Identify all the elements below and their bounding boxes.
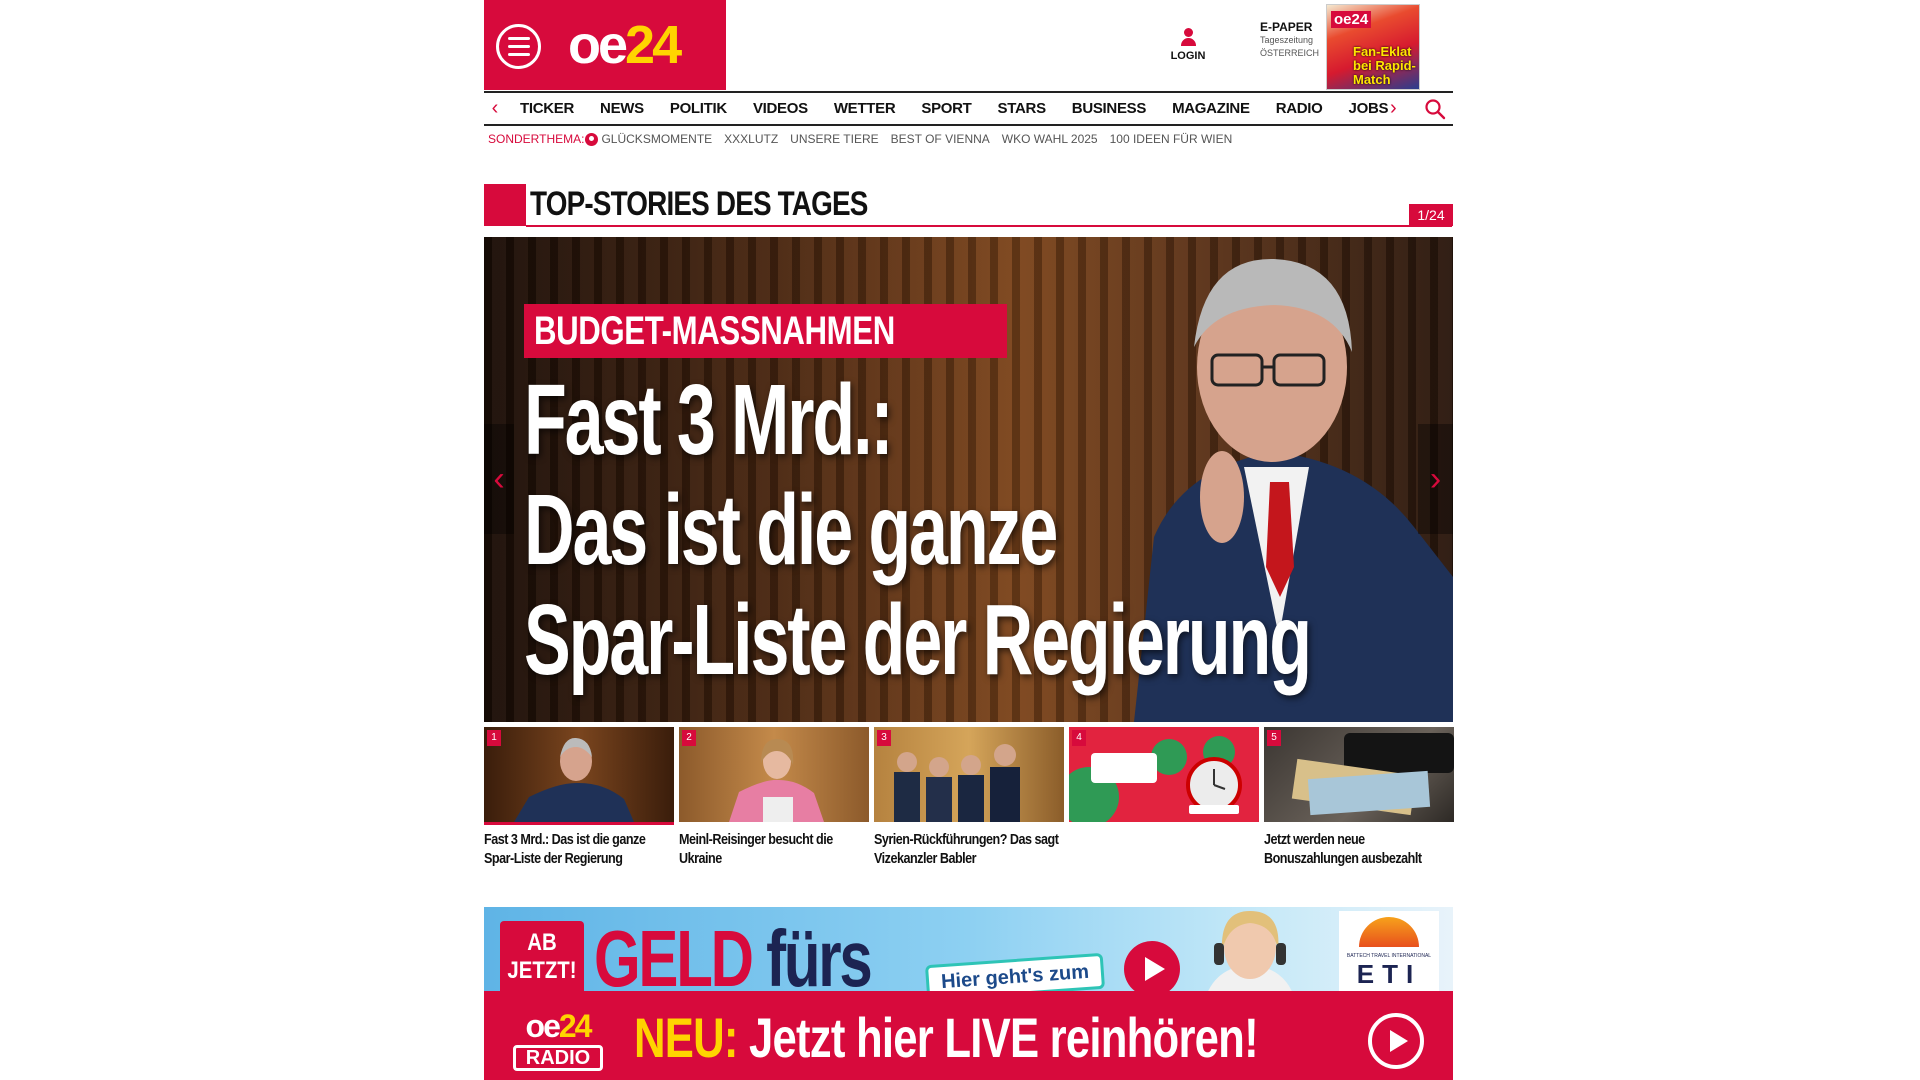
ad-person-image	[1204, 911, 1296, 1002]
story-thumbnails: 1 Fast 3 Mrd.: Das ist die ganze Spar-Li…	[484, 727, 1454, 877]
login-button[interactable]: LOGIN	[1168, 28, 1208, 62]
ad-headline: GELD fürs	[594, 914, 873, 1002]
story-thumb-title: Syrien-Rückführungen? Das sagt Vizekanzl…	[874, 831, 1059, 867]
hero-headline-line-3: Spar-Liste der Regierung	[524, 584, 1312, 696]
slide-counter: 1/24	[1409, 204, 1453, 226]
hero-headline-line-1: Fast 3 Mrd.:	[524, 364, 894, 476]
hero-prev-arrow-icon[interactable]: ‹	[484, 424, 514, 534]
nav-item-politik[interactable]: POLITIK	[656, 100, 739, 117]
advertisement-banner[interactable]: AB JETZT! GELD fürs Hier geht's zum BATT…	[484, 907, 1453, 1002]
nav-item-news[interactable]: NEWS	[586, 100, 656, 117]
radio-play-icon[interactable]	[1368, 1013, 1424, 1069]
radio-live-banner[interactable]: oe24 RADIO NEU: Jetzt hier LIVE reinhöre…	[484, 991, 1453, 1080]
sonderthema-label: SONDERTHEMA:	[488, 132, 585, 146]
gluecksmomente-icon	[585, 132, 599, 146]
story-thumb-2[interactable]: 2 Meinl-Reisinger besucht die Ukraine	[679, 727, 869, 868]
ad-play-icon	[1124, 941, 1180, 997]
subnav-item-100-ideen[interactable]: 100 IDEEN FÜR WIEN	[1110, 132, 1233, 146]
logo-area: oe24	[484, 0, 726, 90]
subnavigation: SONDERTHEMA: GLÜCKSMOMENTE XXXLUTZ UNSER…	[488, 129, 1244, 149]
radio-logo: oe24 RADIO	[512, 1009, 604, 1073]
story-thumb-3[interactable]: 3 Syrien-Rückführungen? Das sagt Vizekan…	[874, 727, 1064, 868]
epaper-subtitle: Tageszeitung	[1260, 35, 1314, 45]
nav-item-magazine[interactable]: MAGAZINE	[1158, 100, 1262, 117]
section-title: TOP-STORIES DES TAGES	[530, 185, 868, 223]
hero-headline-line-2: Das ist die ganze	[524, 474, 1058, 586]
story-thumb-number: 1	[487, 730, 501, 746]
story-thumb-1[interactable]: 1 Fast 3 Mrd.: Das ist die ganze Spar-Li…	[484, 727, 674, 868]
story-thumb-title: Fast 3 Mrd.: Das ist die ganze Spar-List…	[484, 831, 646, 867]
story-thumb-image: 2	[679, 727, 869, 822]
search-icon[interactable]	[1424, 98, 1446, 120]
story-thumb-title: Jetzt werden neue Bonuszahlungen ausbeza…	[1264, 831, 1422, 867]
section-marker	[484, 184, 526, 226]
site-logo[interactable]: oe24	[568, 14, 682, 76]
story-thumb-title: Meinl-Reisinger besucht die Ukraine	[679, 831, 833, 867]
nav-item-wetter[interactable]: WETTER	[820, 100, 908, 117]
ad-logo-tagline: BATTECH TRAVEL INTERNATIONAL	[1346, 953, 1432, 959]
nav-item-stars[interactable]: STARS	[984, 100, 1058, 117]
sun-icon	[1359, 917, 1419, 947]
top-stories-header: TOP-STORIES DES TAGES 1/24	[484, 184, 1453, 228]
nav-left-arrow-icon[interactable]: ‹	[484, 97, 506, 120]
main-navigation: ‹ TICKER NEWS POLITIK VIDEOS WETTER SPOR…	[484, 91, 1453, 126]
ad-logo-text: ETI	[1356, 959, 1422, 989]
subnav-item-wko-wahl[interactable]: WKO WAHL 2025	[1002, 132, 1098, 146]
login-label: LOGIN	[1170, 50, 1206, 62]
nav-item-radio[interactable]: RADIO	[1262, 100, 1335, 117]
story-thumb-number: 2	[682, 730, 696, 746]
epaper-cover-headline: Fan-Eklat bei Rapid-Match	[1353, 44, 1416, 87]
nav-item-sport[interactable]: SPORT	[907, 100, 983, 117]
epaper-title: E-PAPER	[1260, 20, 1313, 34]
radio-promo-text: NEU: Jetzt hier LIVE reinhören!	[634, 1006, 1259, 1069]
ad-badge: AB JETZT!	[500, 921, 584, 995]
nav-items: TICKER NEWS POLITIK VIDEOS WETTER SPORT …	[506, 100, 1400, 117]
story-thumb-image: 1	[484, 727, 674, 822]
page: oe24 LOGIN E-PAPER Tageszeitung ÖSTERREI…	[484, 0, 1454, 1080]
hamburger-menu-icon[interactable]	[496, 24, 541, 69]
header: oe24 LOGIN E-PAPER Tageszeitung ÖSTERREI…	[484, 0, 1453, 92]
epaper-link[interactable]: E-PAPER Tageszeitung ÖSTERREICH	[1260, 20, 1330, 60]
story-thumb-4[interactable]: 4	[1069, 727, 1259, 830]
hero-slide[interactable]: ‹ › BUDGET-MASSNAHMEN Fast 3 Mrd.: Das i…	[484, 237, 1453, 722]
hero-category-tag: BUDGET-MASSNAHMEN	[524, 304, 1007, 358]
subnav-item-unsere-tiere[interactable]: UNSERE TIERE	[790, 132, 878, 146]
story-thumb-5[interactable]: 5 Jetzt werden neue Bonuszahlungen ausbe…	[1264, 727, 1454, 868]
story-thumb-image: 4	[1069, 727, 1259, 822]
story-thumb-number: 3	[877, 730, 891, 746]
hero-headline[interactable]: Fast 3 Mrd.: Das ist die ganze Spar-List…	[524, 365, 1424, 695]
epaper-subtitle-2: ÖSTERREICH	[1260, 48, 1320, 58]
nav-item-videos[interactable]: VIDEOS	[739, 100, 820, 117]
story-thumb-image: 3	[874, 727, 1064, 822]
epaper-cover-logo: oe24	[1331, 11, 1372, 28]
story-thumb-number: 5	[1267, 730, 1281, 746]
subnav-item-gluecksmomente[interactable]: GLÜCKSMOMENTE	[601, 132, 712, 146]
subnav-item-best-of-vienna[interactable]: BEST OF VIENNA	[891, 132, 990, 146]
nav-right-arrow-icon[interactable]: ›	[1390, 97, 1397, 120]
epaper-cover-image[interactable]: oe24 Fan-Eklat bei Rapid-Match	[1326, 4, 1420, 90]
nav-item-ticker[interactable]: TICKER	[506, 100, 586, 117]
story-thumb-number: 4	[1072, 730, 1086, 746]
subnav-item-xxxlutz[interactable]: XXXLUTZ	[724, 132, 778, 146]
nav-item-business[interactable]: BUSINESS	[1058, 100, 1158, 117]
radio-logo-label: RADIO	[513, 1045, 603, 1071]
user-icon	[1180, 28, 1196, 46]
section-divider	[526, 225, 1452, 227]
active-thumb-indicator	[484, 822, 674, 825]
ad-brand-logo: BATTECH TRAVEL INTERNATIONAL ETI	[1339, 911, 1439, 997]
story-thumb-image: 5	[1264, 727, 1454, 822]
